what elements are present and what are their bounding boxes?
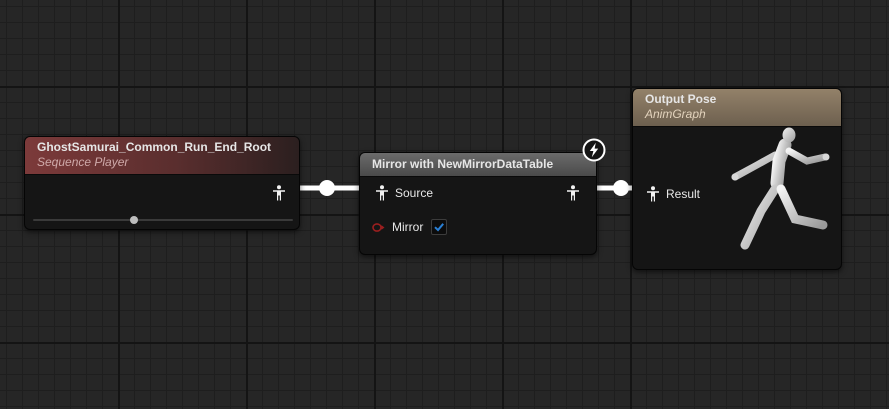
checkmark-icon: [434, 223, 445, 232]
sequence-player-node[interactable]: GhostSamurai_Common_Run_End_Root Sequenc…: [24, 136, 300, 230]
wire-midpoint-knot[interactable]: [613, 180, 629, 196]
pose-person-icon: [647, 186, 659, 202]
mirror-header: Mirror with NewMirrorDataTable: [360, 153, 596, 177]
output-pose-title: Output Pose: [645, 92, 717, 106]
output-pose-node[interactable]: Output Pose AnimGraph Result: [632, 88, 842, 270]
play-position-knob[interactable]: [130, 216, 139, 224]
pose-person-icon: [567, 185, 579, 201]
output-pose-result-pin[interactable]: Result: [646, 186, 700, 202]
sequence-player-title: GhostSamurai_Common_Run_End_Root: [37, 140, 272, 154]
play-position-slider[interactable]: [33, 216, 293, 224]
mirror-title: Mirror with NewMirrorDataTable: [372, 157, 554, 171]
sequence-player-output-pin[interactable]: [272, 185, 286, 201]
mirror-output-pin[interactable]: [566, 185, 580, 201]
mannequin-preview-icon: [731, 127, 830, 250]
pose-person-icon: [273, 185, 285, 201]
bool-pin-icon: [372, 222, 385, 232]
mirror-bool-label: Mirror: [392, 220, 424, 234]
wire-midpoint-knot[interactable]: [319, 180, 335, 196]
mirror-node[interactable]: Mirror with NewMirrorDataTable Source Mi…: [359, 152, 597, 255]
pose-person-icon: [376, 185, 388, 201]
sequence-player-subtitle: Sequence Player: [37, 155, 129, 169]
mirror-source-pin[interactable]: Source: [375, 185, 433, 201]
output-pose-header: Output Pose AnimGraph: [633, 89, 841, 127]
output-pose-result-label: Result: [666, 187, 701, 201]
lightning-icon: [582, 138, 606, 162]
output-pose-subtitle: AnimGraph: [645, 107, 706, 121]
anim-graph-canvas[interactable]: GhostSamurai_Common_Run_End_Root Sequenc…: [0, 0, 889, 409]
sequence-player-header: GhostSamurai_Common_Run_End_Root Sequenc…: [25, 137, 299, 175]
mirror-source-label: Source: [395, 186, 434, 200]
mirror-checkbox[interactable]: [431, 219, 448, 235]
mirror-bool-pin[interactable]: Mirror: [372, 219, 448, 235]
